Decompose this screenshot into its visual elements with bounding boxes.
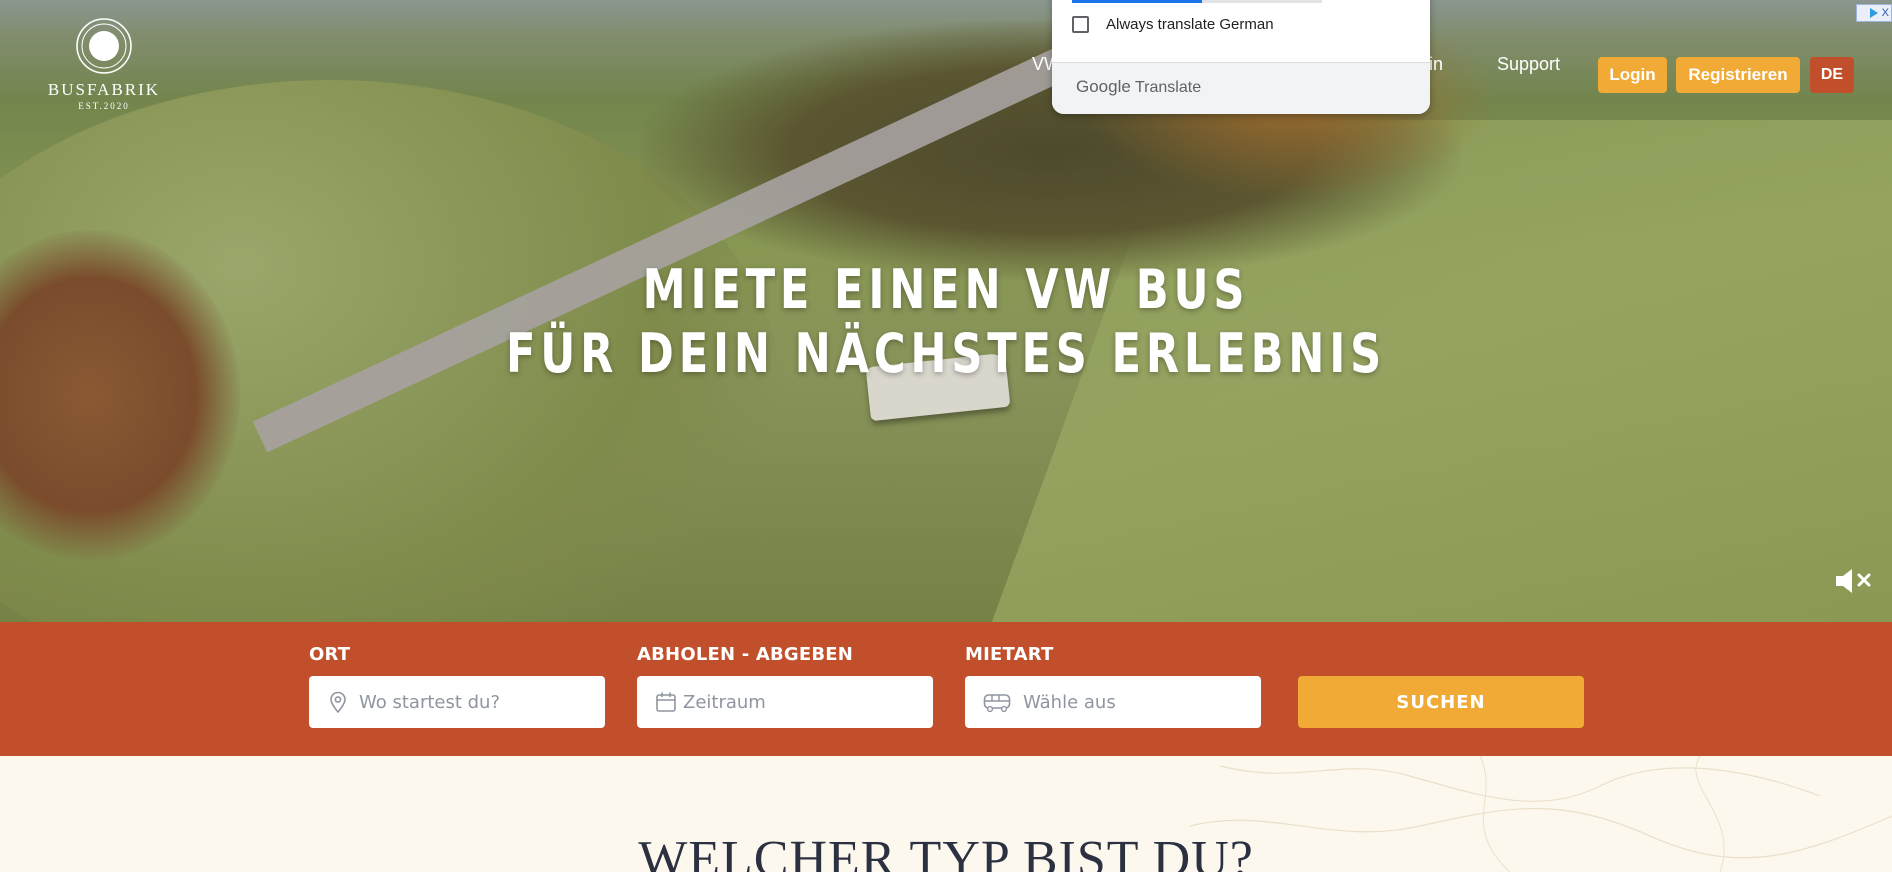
ad-close-icon[interactable]: X — [1882, 7, 1889, 19]
login-button[interactable]: Login — [1598, 57, 1667, 93]
search-bar: ORT ABHOLEN - ABGEBEN MIETART — [0, 622, 1892, 756]
google-wordmark: Google — [1076, 77, 1131, 96]
translate-tab-active — [1072, 0, 1202, 3]
section-heading: WELCHER TYP BIST DU? — [638, 831, 1254, 872]
type-section: WELCHER TYP BIST DU? — [0, 756, 1892, 872]
nav-link-support[interactable]: Support — [1497, 54, 1560, 75]
rental-type-field[interactable] — [965, 676, 1261, 728]
hero-title: MIETE EINEN VW BUS FÜR DEIN NÄCHSTES ERL… — [189, 258, 1703, 386]
translate-wordmark: Translate — [1134, 79, 1202, 96]
ad-choices-icon — [1869, 8, 1878, 18]
google-translate-brand: Google Translate — [1076, 77, 1201, 97]
rental-type-label: MIETART — [965, 644, 1054, 665]
hero-title-line1: MIETE EINEN VW BUS — [642, 258, 1250, 321]
location-field[interactable] — [309, 676, 605, 728]
google-translate-popup: Always translate German Google Translate — [1052, 0, 1430, 114]
hero-section: BUSFABRIK EST.2020 VW zin Support Login … — [0, 0, 1892, 622]
logo-name: BUSFABRIK — [47, 80, 161, 99]
calendar-icon — [655, 691, 677, 713]
bus-icon — [983, 691, 1011, 713]
rental-type-select[interactable] — [1023, 691, 1243, 713]
translate-tab-indicator — [1072, 0, 1322, 3]
site-logo[interactable]: BUSFABRIK EST.2020 — [38, 16, 170, 111]
speaker-muted-icon[interactable] — [1834, 566, 1874, 596]
dates-input[interactable] — [683, 691, 903, 713]
always-translate-checkbox[interactable] — [1072, 16, 1089, 33]
ad-choices-badge[interactable]: X — [1856, 4, 1892, 22]
always-translate-row[interactable]: Always translate German — [1072, 16, 1274, 33]
always-translate-label: Always translate German — [1106, 16, 1274, 33]
language-button[interactable]: DE — [1810, 57, 1854, 93]
translate-popup-footer: Google Translate — [1052, 62, 1430, 114]
location-pin-icon — [327, 691, 349, 713]
search-button[interactable]: SUCHEN — [1298, 676, 1584, 728]
dates-field[interactable] — [637, 676, 933, 728]
register-button[interactable]: Registrieren — [1676, 57, 1800, 93]
logo-est: EST.2020 — [78, 101, 130, 111]
location-input[interactable] — [359, 691, 579, 713]
sun-logo-icon — [76, 18, 132, 74]
dates-label: ABHOLEN - ABGEBEN — [637, 644, 854, 665]
hero-title-line2: FÜR DEIN NÄCHSTES ERLEBNIS — [505, 322, 1387, 385]
location-label: ORT — [309, 644, 351, 665]
